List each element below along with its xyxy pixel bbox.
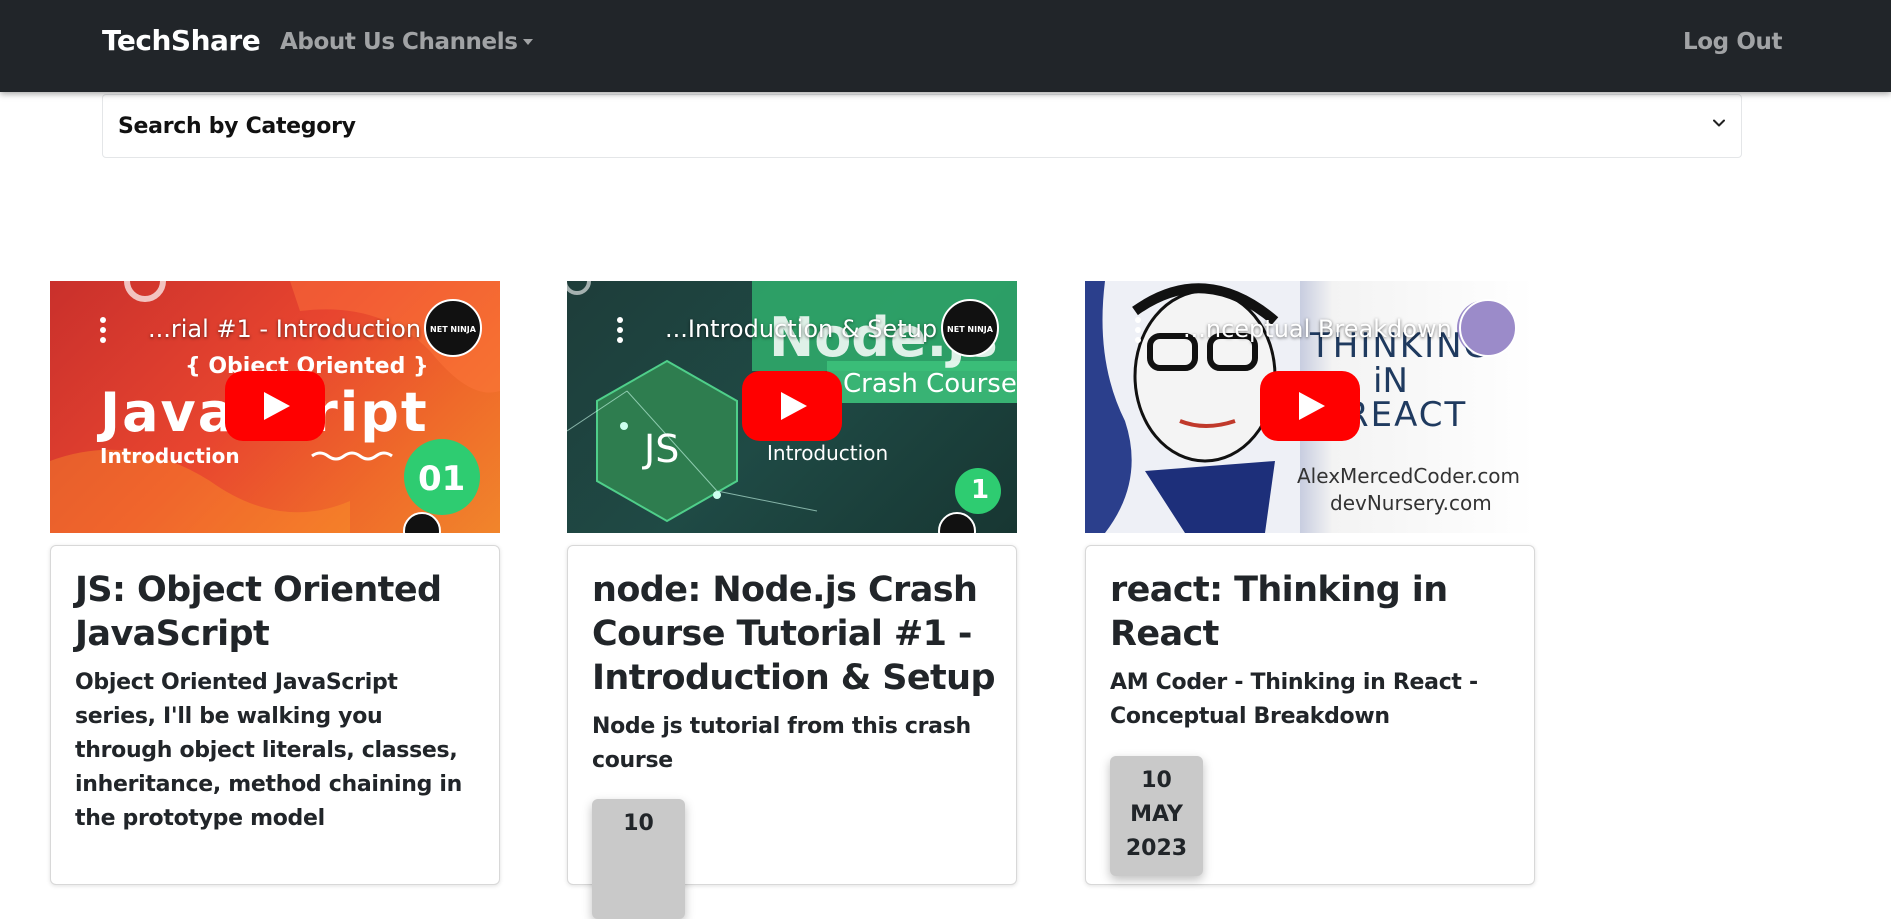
play-button-icon[interactable]	[742, 371, 842, 441]
card-description: Object Oriented JavaScript series, I'll …	[75, 670, 462, 831]
video-embed[interactable]: THINKING iN REACT AlexMercedCoder.com de…	[1085, 281, 1535, 533]
video-card: Node.js Crash Course JS Introduction 1 .…	[567, 281, 1017, 919]
video-title[interactable]: ...nceptual Breakdown	[1183, 315, 1452, 343]
thumbnail-text: Introduction	[767, 441, 889, 465]
card-title: JS: Object Oriented JavaScript	[75, 570, 442, 654]
date-month: MAY	[1130, 802, 1183, 827]
more-options-icon[interactable]	[617, 317, 623, 343]
channel-avatar[interactable]	[1459, 299, 1517, 357]
nav-link-about-us[interactable]: About Us	[280, 29, 395, 55]
date-year: 2023	[1125, 836, 1188, 861]
logout-link[interactable]: Log Out	[1683, 29, 1782, 55]
thumbnail-text: Introduction	[100, 444, 240, 468]
video-embed[interactable]: Node.js Crash Course JS Introduction 1 .…	[567, 281, 1017, 533]
brand-logo-link[interactable]: TechShare	[102, 24, 261, 57]
date-day: 10	[623, 811, 654, 836]
video-title[interactable]: ...Introduction & Setup	[665, 315, 937, 343]
thumbnail-text: 01	[418, 459, 466, 499]
card-body: react: Thinking in React AM Coder - Thin…	[1085, 545, 1535, 885]
nav-dropdown-channels-label: Channels	[402, 29, 518, 55]
more-options-icon[interactable]	[1135, 317, 1141, 343]
card-description: Node js tutorial from this crash course	[592, 714, 971, 773]
thumbnail-text: 1	[971, 475, 990, 505]
thumbnail-text: JS	[644, 427, 680, 471]
thumbnail-text: AlexMercedCoder.com	[1297, 464, 1521, 488]
date-day: 10	[1141, 768, 1172, 793]
video-card: THINKING iN REACT AlexMercedCoder.com de…	[1085, 281, 1535, 885]
channel-avatar[interactable]: NET NINJA	[941, 299, 999, 357]
video-title[interactable]: ...rial #1 - Introduction	[148, 315, 421, 343]
play-button-icon[interactable]	[225, 371, 325, 441]
date-badge: 10 MAY 2023	[1110, 756, 1203, 876]
date-badge: 10	[592, 799, 685, 919]
video-card: { Object Oriented } JavaScript Introduct…	[50, 281, 500, 885]
search-by-category-select[interactable]: Search by Category	[102, 94, 1742, 158]
chevron-down-icon	[1713, 119, 1725, 127]
play-button-icon[interactable]	[1260, 371, 1360, 441]
search-select-value: Search by Category	[118, 114, 356, 139]
thumbnail-text: REACT	[1345, 395, 1468, 435]
top-navbar: TechShare About Us Channels Log Out	[0, 0, 1891, 92]
card-body: node: Node.js Crash Course Tutorial #1 -…	[567, 545, 1017, 919]
video-embed[interactable]: { Object Oriented } JavaScript Introduct…	[50, 281, 500, 533]
thumbnail-text: Crash Course	[843, 369, 1017, 399]
channel-avatar[interactable]: NET NINJA	[424, 299, 482, 357]
thumbnail-text: devNursery.com	[1330, 491, 1492, 515]
card-title: react: Thinking in React	[1110, 570, 1448, 654]
more-options-icon[interactable]	[100, 317, 106, 343]
card-title: node: Node.js Crash Course Tutorial #1 -…	[592, 570, 996, 698]
card-description: AM Coder - Thinking in React - Conceptua…	[1110, 670, 1478, 729]
nav-dropdown-channels[interactable]: Channels	[402, 29, 533, 55]
card-body: JS: Object Oriented JavaScript Object Or…	[50, 545, 500, 885]
caret-down-icon	[522, 39, 533, 45]
